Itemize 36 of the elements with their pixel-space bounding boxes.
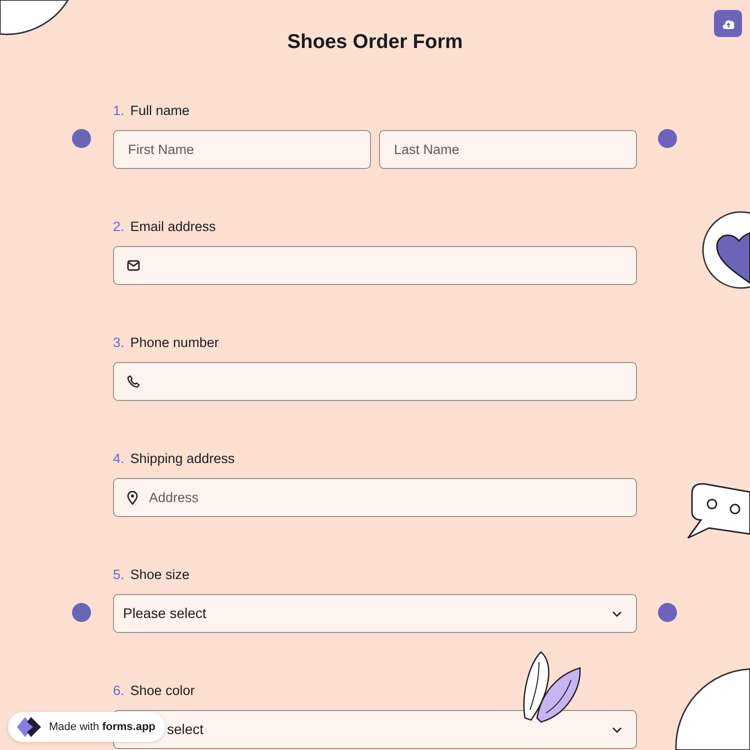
dot-decoration [658, 603, 677, 622]
question-number: 4. [113, 450, 124, 468]
location-pin-icon [127, 490, 138, 504]
question-number: 3. [113, 334, 124, 352]
phone-field[interactable] [113, 362, 637, 401]
made-with-badge[interactable]: Made with forms.app [8, 712, 166, 742]
speech-bubble-drawing [687, 482, 750, 540]
select-value: Please select [123, 604, 206, 623]
envelope-icon [127, 260, 140, 271]
name-field[interactable]: Last Name [379, 130, 637, 169]
question-label: Phone number [130, 334, 219, 352]
dot-decoration [658, 129, 677, 148]
cloud-upload-icon [722, 18, 734, 28]
chevron-down-icon [612, 726, 622, 732]
question-number: 5. [113, 566, 124, 584]
email-field[interactable] [113, 246, 637, 285]
dot-decoration [72, 129, 91, 148]
select-field[interactable]: Please select [113, 594, 637, 633]
logo [15, 715, 43, 739]
chevron-down-icon [612, 610, 622, 616]
question-label: Full name [130, 102, 190, 120]
dot-decoration [72, 603, 91, 622]
form-title: Shoes Order Form [287, 30, 463, 54]
question-label: Shoe size [130, 566, 190, 584]
question-label: Shoe color [130, 682, 195, 700]
question-number: 2. [113, 218, 124, 236]
question-number: 6. [113, 682, 124, 700]
question-label: Email address [130, 218, 216, 236]
name-field[interactable]: First Name [113, 130, 371, 169]
address-field[interactable]: Address [113, 478, 637, 517]
question-number: 1. [113, 102, 124, 120]
question-label: Shipping address [130, 450, 235, 468]
cloud-upload-button[interactable] [714, 10, 742, 37]
select-value: select [167, 720, 204, 739]
circle-decoration [0, 0, 70, 36]
phone-icon [127, 375, 140, 388]
